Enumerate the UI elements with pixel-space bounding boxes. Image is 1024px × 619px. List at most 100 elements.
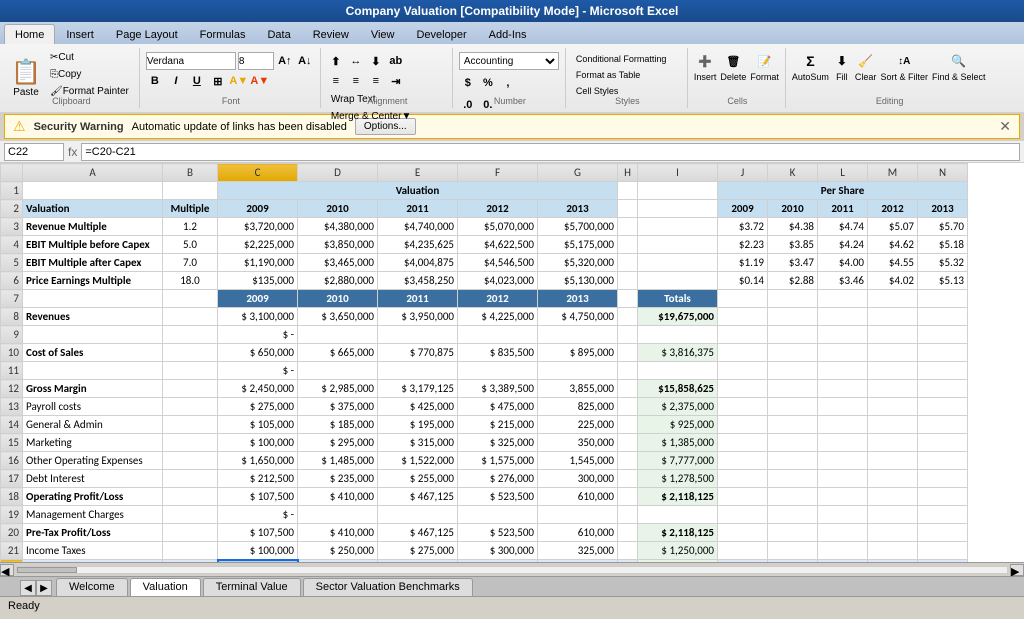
cell-e6[interactable]: $3,458,250 xyxy=(378,272,458,290)
cell-l21[interactable] xyxy=(818,542,868,560)
cell-k13[interactable] xyxy=(768,398,818,416)
cell-c10[interactable]: $ 650,000 xyxy=(218,344,298,362)
cell-g10[interactable]: $ 895,000 xyxy=(538,344,618,362)
cell-d19[interactable] xyxy=(298,506,378,524)
cell-e10[interactable]: $ 770,875 xyxy=(378,344,458,362)
cell-k10[interactable] xyxy=(768,344,818,362)
tab-scroll-left[interactable]: ◀ xyxy=(20,580,36,596)
cell-b9[interactable] xyxy=(163,326,218,344)
cell-d7[interactable]: 2010 xyxy=(298,290,378,308)
cell-a19[interactable]: Management Charges xyxy=(23,506,163,524)
autosum-button[interactable]: Σ xyxy=(801,52,819,70)
cell-k12[interactable] xyxy=(768,380,818,398)
cell-b6[interactable]: 18.0 xyxy=(163,272,218,290)
col-header-d[interactable]: D xyxy=(298,164,378,182)
cell-l16[interactable] xyxy=(818,452,868,470)
cell-j8[interactable] xyxy=(718,308,768,326)
cell-a12[interactable]: Gross Margin xyxy=(23,380,163,398)
cell-e3[interactable]: $4,740,000 xyxy=(378,218,458,236)
cell-b13[interactable] xyxy=(163,398,218,416)
cell-f2[interactable]: 2012 xyxy=(458,200,538,218)
cell-e13[interactable]: $ 425,000 xyxy=(378,398,458,416)
cell-f16[interactable]: $ 1,575,000 xyxy=(458,452,538,470)
cell-n9[interactable] xyxy=(918,326,968,344)
cell-a6[interactable]: Price Earnings Multiple xyxy=(23,272,163,290)
cell-j18[interactable] xyxy=(718,488,768,506)
number-format-select[interactable]: Accounting General Number Currency Perce… xyxy=(459,52,559,70)
cell-e18[interactable]: $ 467,125 xyxy=(378,488,458,506)
cell-e12[interactable]: $ 3,179,125 xyxy=(378,380,458,398)
cell-m2[interactable]: 2012 xyxy=(868,200,918,218)
cell-m13[interactable] xyxy=(868,398,918,416)
cell-d15[interactable]: $ 295,000 xyxy=(298,434,378,452)
cell-f17[interactable]: $ 276,000 xyxy=(458,470,538,488)
format-cells-button[interactable]: 📝 xyxy=(756,52,774,70)
tab-review[interactable]: Review xyxy=(302,24,360,44)
cell-c11[interactable]: $ - xyxy=(218,362,298,380)
cell-n5[interactable]: $5.32 xyxy=(918,254,968,272)
cell-i8[interactable]: $19,675,000 xyxy=(638,308,718,326)
cell-g17[interactable]: 300,000 xyxy=(538,470,618,488)
cell-b1[interactable] xyxy=(163,182,218,200)
cell-e2[interactable]: 2011 xyxy=(378,200,458,218)
cell-i14[interactable]: $ 925,000 xyxy=(638,416,718,434)
cell-h12[interactable] xyxy=(618,380,638,398)
cell-n20[interactable] xyxy=(918,524,968,542)
cell-c21[interactable]: $ 100,000 xyxy=(218,542,298,560)
scroll-left-button[interactable]: ◀ xyxy=(0,564,14,576)
cell-b15[interactable] xyxy=(163,434,218,452)
fill-color-button[interactable]: A▼ xyxy=(230,72,248,90)
cell-l11[interactable] xyxy=(818,362,868,380)
cell-k21[interactable] xyxy=(768,542,818,560)
cell-a16[interactable]: Other Operating Expenses xyxy=(23,452,163,470)
cell-d17[interactable]: $ 235,000 xyxy=(298,470,378,488)
cell-i15[interactable]: $ 1,385,000 xyxy=(638,434,718,452)
cell-h3[interactable] xyxy=(618,218,638,236)
insert-cells-button[interactable]: ➕ xyxy=(696,52,714,70)
copy-button[interactable]: ⎘ Copy xyxy=(46,67,133,82)
cell-c6[interactable]: $135,000 xyxy=(218,272,298,290)
sheet-tab-valuation[interactable]: Valuation xyxy=(130,578,201,596)
cell-g18[interactable]: 610,000 xyxy=(538,488,618,506)
percent-button[interactable]: % xyxy=(479,74,497,92)
spreadsheet[interactable]: A B C D E F G H I J K L M N 1 V xyxy=(0,163,1024,562)
cell-c17[interactable]: $ 212,500 xyxy=(218,470,298,488)
cell-g11[interactable] xyxy=(538,362,618,380)
cell-i6[interactable] xyxy=(638,272,718,290)
cell-k11[interactable] xyxy=(768,362,818,380)
cell-l5[interactable]: $4.00 xyxy=(818,254,868,272)
scroll-thumb[interactable] xyxy=(17,567,77,573)
cell-k14[interactable] xyxy=(768,416,818,434)
cell-m11[interactable] xyxy=(868,362,918,380)
cell-h5[interactable] xyxy=(618,254,638,272)
cell-c13[interactable]: $ 275,000 xyxy=(218,398,298,416)
cell-l2[interactable]: 2011 xyxy=(818,200,868,218)
cell-l12[interactable] xyxy=(818,380,868,398)
sheet-tab-welcome[interactable]: Welcome xyxy=(56,578,128,596)
merge-center-button[interactable]: Merge & Center ▼ xyxy=(327,109,416,124)
cell-g4[interactable]: $5,175,000 xyxy=(538,236,618,254)
cell-e8[interactable]: $ 3,950,000 xyxy=(378,308,458,326)
col-header-b[interactable]: B xyxy=(163,164,218,182)
cell-a18[interactable]: Operating Profit/Loss xyxy=(23,488,163,506)
tab-page-layout[interactable]: Page Layout xyxy=(105,24,189,44)
cell-j6[interactable]: $0.14 xyxy=(718,272,768,290)
cell-i13[interactable]: $ 2,375,000 xyxy=(638,398,718,416)
cell-n15[interactable] xyxy=(918,434,968,452)
cell-n21[interactable] xyxy=(918,542,968,560)
cell-m4[interactable]: $4.62 xyxy=(868,236,918,254)
cell-k7[interactable] xyxy=(768,290,818,308)
align-center-button[interactable]: ≡ xyxy=(347,72,365,90)
col-header-l[interactable]: L xyxy=(818,164,868,182)
cell-e4[interactable]: $4,235,625 xyxy=(378,236,458,254)
cell-m14[interactable] xyxy=(868,416,918,434)
col-header-k[interactable]: K xyxy=(768,164,818,182)
cell-d2[interactable]: 2010 xyxy=(298,200,378,218)
border-button[interactable]: ⊞ xyxy=(209,72,227,90)
cell-l8[interactable] xyxy=(818,308,868,326)
cell-f12[interactable]: $ 3,389,500 xyxy=(458,380,538,398)
underline-button[interactable]: U xyxy=(188,72,206,90)
cell-m8[interactable] xyxy=(868,308,918,326)
cell-d10[interactable]: $ 665,000 xyxy=(298,344,378,362)
col-header-a[interactable]: A xyxy=(23,164,163,182)
